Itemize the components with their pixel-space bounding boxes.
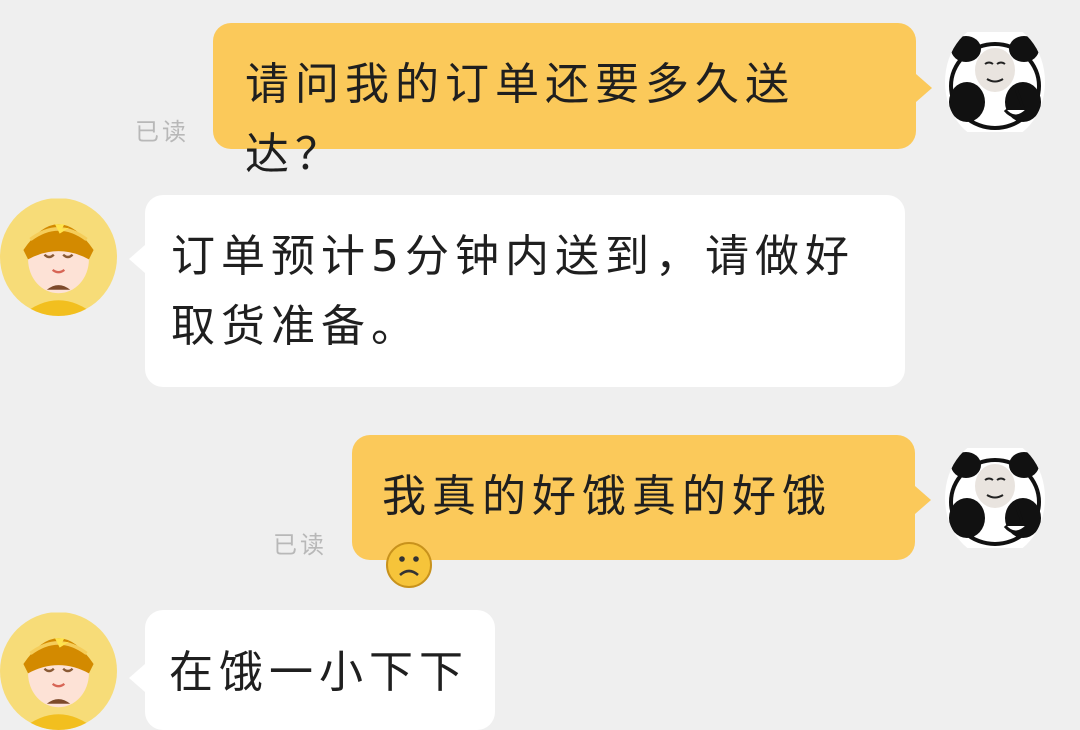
read-status-label: 已读 (135, 118, 189, 146)
chat-bubble-incoming[interactable]: 在饿一小下下 (145, 610, 495, 730)
bubble-tail (915, 486, 931, 514)
message-text: 在饿一小下下 (169, 647, 469, 698)
chat-bubble-outgoing[interactable]: 请问我的订单还要多久送达？ (213, 23, 916, 180)
bubble-tail (916, 74, 932, 102)
read-status-label: 已读 (273, 531, 327, 559)
courier-avatar[interactable] (0, 198, 117, 316)
chat-bubble-outgoing[interactable]: 我真的好饿真的好饿 (352, 435, 915, 560)
message-text: 请问我的订单还要多久送达？ (245, 59, 795, 180)
message-text: 订单预计5分钟内送到，请做好取货准备。 (171, 231, 855, 352)
user-avatar[interactable] (945, 22, 1045, 142)
bubble-tail (129, 245, 145, 273)
user-avatar[interactable] (945, 438, 1045, 558)
bubble-tail (129, 664, 145, 692)
frowning-face-emoji (384, 540, 434, 590)
chat-bubble-incoming[interactable]: 订单预计5分钟内送到，请做好取货准备。 (145, 195, 905, 387)
message-text: 我真的好饿真的好饿 (382, 471, 832, 522)
courier-avatar[interactable] (0, 612, 117, 730)
